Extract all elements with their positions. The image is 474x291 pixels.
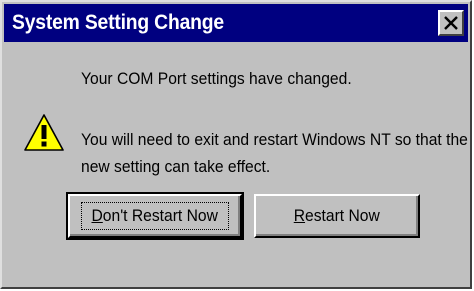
message-body: You will need to exit and restart Window…: [81, 126, 468, 180]
dont-restart-now-button[interactable]: Don't Restart Now: [66, 192, 244, 240]
close-button[interactable]: [438, 10, 464, 36]
dont-restart-now-label: Don't Restart Now: [92, 206, 218, 226]
restart-mnemonic: R: [293, 206, 306, 225]
restart-now-label: Restart Now: [294, 206, 380, 226]
close-icon: [444, 16, 458, 30]
message-line-1: Your COM Port settings have changed.: [81, 69, 352, 88]
title-bar[interactable]: System Setting Change: [4, 4, 468, 42]
dialog-title: System Setting Change: [12, 11, 224, 34]
restart-text: estart Now: [305, 206, 381, 225]
restart-now-button[interactable]: Restart Now: [254, 194, 420, 238]
dont-restart-mnemonic: D: [91, 206, 104, 225]
message-line-2: You will need to exit and restart Window…: [81, 130, 468, 149]
message-line-3: new setting can take effect.: [81, 157, 271, 176]
focus-rect: Don't Restart Now: [81, 202, 229, 230]
warning-icon: [24, 114, 64, 151]
dialog-window: System Setting Change Your COM Port sett…: [0, 0, 472, 289]
dont-restart-text: on't Restart Now: [103, 206, 219, 225]
